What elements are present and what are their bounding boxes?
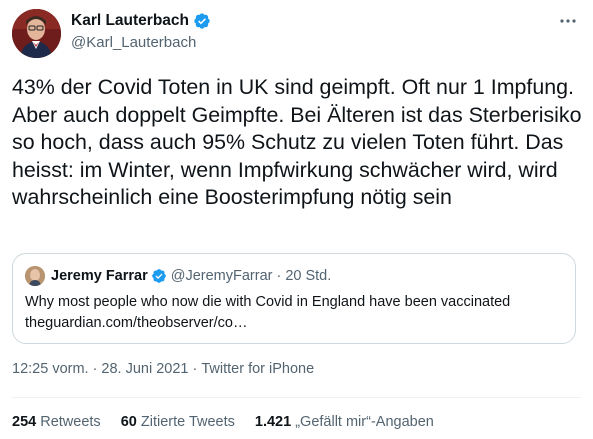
divider [12,397,581,398]
quoted-avatar-photo-icon [25,266,45,286]
quotes-count: 60 [120,414,141,430]
tweet-time[interactable]: 12:25 vorm. [12,361,89,377]
quote-tweets-stat[interactable]: 60 Zitierte Tweets [121,414,235,430]
quoted-tweet[interactable]: Jeremy Farrar @JeremyFarrar · 20 Std. Wh… [12,253,576,344]
retweets-label: Retweets [40,414,101,430]
retweets-count: 254 [12,414,41,430]
verified-badge-icon [194,13,210,29]
more-options-icon[interactable] [557,12,579,30]
quoted-author-avatar [25,266,45,286]
quoted-text-line: Why most people who now die with Covid i… [25,294,511,310]
likes-label: „Gefällt mir“-Angaben [295,414,434,430]
author-handle[interactable]: @Karl_Lauterbach [71,34,196,51]
meta-separator: · [92,361,98,377]
likes-stat[interactable]: 1.421 „Gefällt mir“-Angaben [255,414,434,430]
author-avatar[interactable] [12,9,61,58]
engagement-stats: 254 Retweets 60 Zitierte Tweets 1.421 „G… [12,414,454,430]
tweet-text: 43% der Covid Toten in UK sind geimpft. … [12,75,588,209]
author-display-name[interactable]: Karl Lauterbach [71,12,189,30]
tweet-source[interactable]: Twitter for iPhone [201,361,314,377]
quoted-display-name: Jeremy Farrar [51,268,148,284]
quoted-header: Jeremy Farrar @JeremyFarrar · 20 Std. [51,268,331,284]
quotes-label: Zitierte Tweets [140,414,235,430]
tweet-date[interactable]: 28. Juni 2021 [101,361,188,377]
quoted-time: 20 Std. [285,268,332,284]
quoted-link: theguardian.com/theobserver/co… [25,315,248,331]
author-name-row: Karl Lauterbach [71,12,211,30]
quoted-text: Why most people who now die with Covid i… [25,292,565,334]
meta-separator: · [192,361,198,377]
avatar-photo-icon [12,9,61,58]
likes-count: 1.421 [254,414,296,430]
tweet-card: Karl Lauterbach @Karl_Lauterbach 43% der… [0,0,593,439]
retweets-stat[interactable]: 254 Retweets [12,414,101,430]
quoted-separator: · [276,268,282,284]
quoted-verified-badge-icon [151,269,166,283]
quoted-handle: @JeremyFarrar [170,268,273,284]
tweet-meta: 12:25 vorm. · 28. Juni 2021 · Twitter fo… [12,361,314,377]
